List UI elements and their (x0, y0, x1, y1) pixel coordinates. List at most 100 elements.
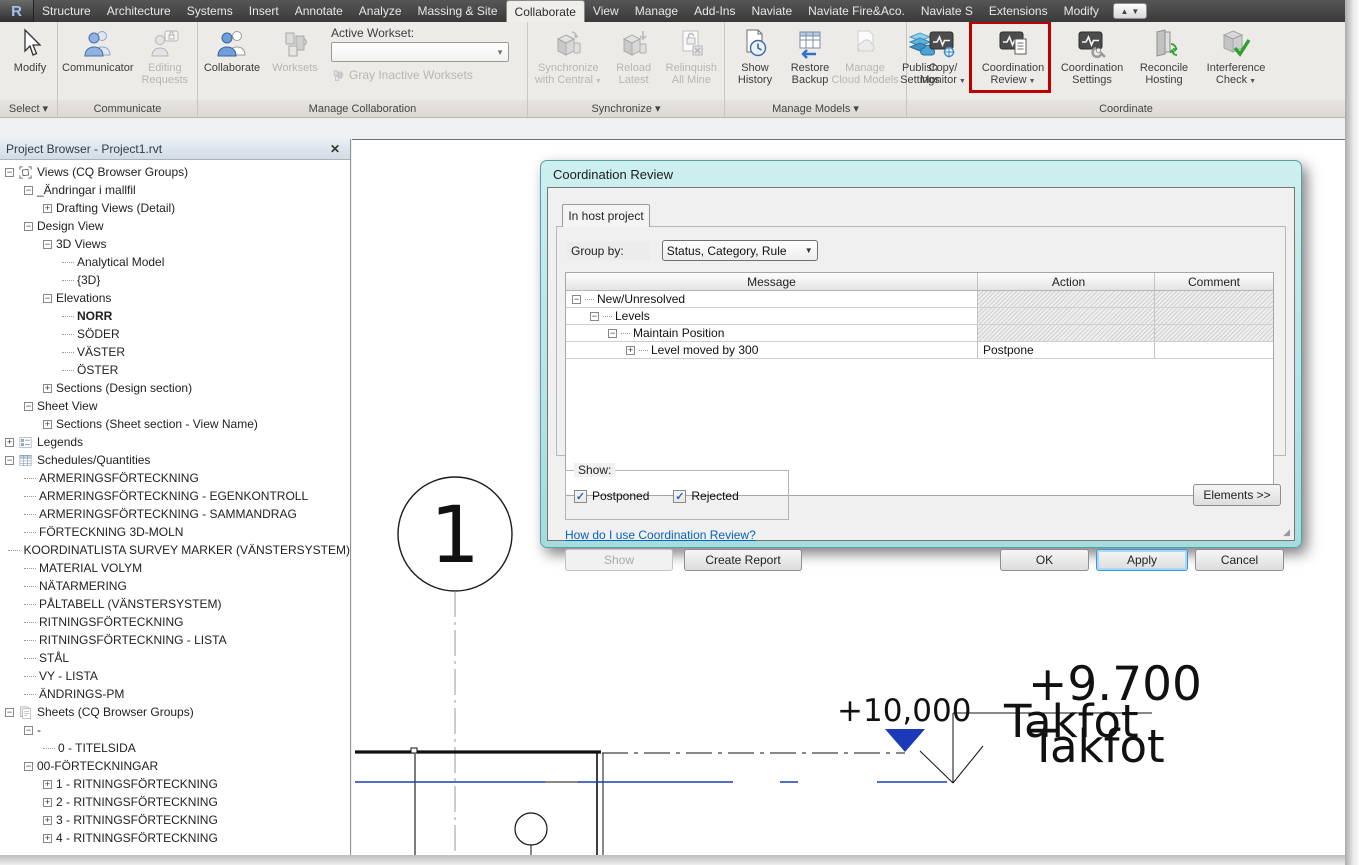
menu-tab-architecture[interactable]: Architecture (99, 0, 179, 22)
tree-item-armeringsf-rteckning-egenkontroll[interactable]: ARMERINGSFÖRTECKNING - EGENKONTROLL (0, 487, 350, 505)
manage-cloud-models-button[interactable]: ManageCloud Models (838, 24, 892, 98)
tree-item-p-ltabell-v-nstersystem[interactable]: PÅLTABELL (VÄNSTERSYSTEM) (0, 595, 350, 613)
menu-tab-collaborate[interactable]: Collaborate (506, 0, 585, 22)
expand-box-icon[interactable]: + (626, 346, 635, 355)
tree-item-drafting-views-detail[interactable]: +Drafting Views (Detail) (0, 199, 350, 217)
collapse-box-icon[interactable]: − (24, 222, 33, 231)
group-by-dropdown[interactable]: Status, Category, Rule ▼ (662, 240, 818, 261)
tree-item-sheets-cq-browser-groups[interactable]: −Sheets (CQ Browser Groups) (0, 703, 350, 721)
tree-item-armeringsf-rteckning-sammandrag[interactable]: ARMERINGSFÖRTECKNING - SAMMANDRAG (0, 505, 350, 523)
review-row-maintain-position[interactable]: −Maintain Position (566, 325, 1273, 342)
menu-tab-modify[interactable]: Modify (1056, 0, 1107, 22)
modify-button[interactable]: Modify (3, 24, 57, 98)
communicator-button[interactable]: Communicator (61, 24, 135, 98)
review-row-new-unresolved[interactable]: −New/Unresolved (566, 291, 1273, 308)
create-report-button[interactable]: Create Report (684, 549, 802, 571)
detail-circle[interactable] (515, 813, 547, 845)
menu-tab-analyze[interactable]: Analyze (351, 0, 410, 22)
tree-item-3d-views[interactable]: −3D Views (0, 235, 350, 253)
tree-item-00-f-rteckningar[interactable]: −00-FÖRTECKNINGAR (0, 757, 350, 775)
tree-item-sheet-view[interactable]: −Sheet View (0, 397, 350, 415)
tree-item-koordinatlista-survey-marker-v-nstersystem[interactable]: KOORDINATLISTA SURVEY MARKER (VÄNSTERSYS… (0, 541, 350, 559)
collapse-box-icon[interactable]: − (5, 456, 14, 465)
tree-item-v-ster[interactable]: VÄSTER (0, 343, 350, 361)
tree-item-elevations[interactable]: −Elevations (0, 289, 350, 307)
editing-requests-button[interactable]: EditingRequests (136, 24, 194, 98)
tree-item-design-view[interactable]: −Design View (0, 217, 350, 235)
review-row-level-moved-by-300[interactable]: +Level moved by 300Postpone (566, 342, 1273, 359)
menu-tab-massing-site[interactable]: Massing & Site (410, 0, 506, 22)
menu-tab-structure[interactable]: Structure (34, 0, 99, 22)
menu-tab-naviate-fire-aco[interactable]: Naviate Fire&Aco. (800, 0, 913, 22)
level-triangle-marker[interactable] (885, 729, 925, 752)
collapse-box-icon[interactable]: − (5, 708, 14, 717)
tree-item-item[interactable]: −- (0, 721, 350, 739)
collapse-box-icon[interactable]: − (5, 168, 14, 177)
expand-box-icon[interactable]: + (43, 204, 52, 213)
expand-box-icon[interactable]: + (43, 384, 52, 393)
tree-item-armeringsf-rteckning[interactable]: ARMERINGSFÖRTECKNING (0, 469, 350, 487)
review-row-levels[interactable]: −Levels (566, 308, 1273, 325)
relinquish-all-mine-button[interactable]: RelinquishAll Mine (662, 24, 721, 98)
expand-box-icon[interactable]: + (5, 438, 14, 447)
application-menu-button[interactable]: R (0, 0, 34, 22)
menu-tab-view[interactable]: View (585, 0, 627, 22)
gray-inactive-worksets-button[interactable]: Gray Inactive Worksets (331, 68, 509, 82)
collapse-box-icon[interactable]: − (43, 240, 52, 249)
collapse-box-icon[interactable]: − (24, 726, 33, 735)
menu-tab-insert[interactable]: Insert (241, 0, 287, 22)
level-value-10000[interactable]: +10,000 (837, 693, 971, 729)
expand-box-icon[interactable]: + (43, 798, 52, 807)
tab-in-host-project[interactable]: In host project (562, 204, 650, 227)
tree-item-3-ritningsf-rteckning[interactable]: +3 - RITNINGSFÖRTECKNING (0, 811, 350, 829)
ribbon-display-toggle[interactable]: ▲▼ (1113, 3, 1147, 19)
panel-caption-manage-collaboration[interactable]: Manage Collaboration (198, 100, 527, 117)
apply-button[interactable]: Apply (1096, 549, 1188, 571)
collapse-box-icon[interactable]: − (590, 312, 599, 321)
action-dropdown-cell[interactable]: Postpone (978, 342, 1155, 358)
tree-item-norr[interactable]: NORR (0, 307, 350, 325)
tree-item-ndringar-i-mallfil[interactable]: −_Ändringar i mallfil (0, 181, 350, 199)
level-name-takfot-2[interactable]: Takfot (1029, 720, 1165, 773)
show-button[interactable]: Show (565, 549, 673, 571)
synchronize-with-central-button[interactable]: Synchronizewith Central▼ (531, 24, 606, 98)
menu-tab-add-ins[interactable]: Add-Ins (686, 0, 743, 22)
tree-item-views-cq-browser-groups[interactable]: −Views (CQ Browser Groups) (0, 163, 350, 181)
reload-latest-button[interactable]: ReloadLatest (607, 24, 661, 98)
tree-item-legends[interactable]: +Legends (0, 433, 350, 451)
collapse-box-icon[interactable]: − (43, 294, 52, 303)
expand-box-icon[interactable]: + (43, 816, 52, 825)
ok-button[interactable]: OK (1000, 549, 1089, 571)
menu-tab-systems[interactable]: Systems (179, 0, 241, 22)
dialog-titlebar[interactable]: Coordination Review (541, 161, 1301, 187)
tree-item-s-der[interactable]: SÖDER (0, 325, 350, 343)
active-workset-combo[interactable]: ▼ (331, 42, 509, 62)
collapse-box-icon[interactable]: − (24, 186, 33, 195)
elements-button[interactable]: Elements >> (1193, 484, 1281, 506)
restore-backup-button[interactable]: RestoreBackup (783, 24, 837, 98)
collapse-box-icon[interactable]: − (24, 762, 33, 771)
tree-item-sections-design-section[interactable]: +Sections (Design section) (0, 379, 350, 397)
tree-item-schedules-quantities[interactable]: −Schedules/Quantities (0, 451, 350, 469)
panel-caption-select[interactable]: Select ▾ (0, 100, 57, 117)
column-header-action[interactable]: Action (978, 273, 1155, 290)
cancel-button[interactable]: Cancel (1195, 549, 1284, 571)
tree-item-ritningsf-rteckning[interactable]: RITNINGSFÖRTECKNING (0, 613, 350, 631)
tree-item-material-volym[interactable]: MATERIAL VOLYM (0, 559, 350, 577)
collapse-box-icon[interactable]: − (572, 295, 581, 304)
comment-cell[interactable] (1155, 342, 1273, 358)
panel-caption-coordinate[interactable]: Coordinate (907, 100, 1345, 117)
coordination-settings-button[interactable]: CoordinationSettings (1055, 24, 1129, 98)
close-icon[interactable]: ✕ (326, 142, 344, 156)
menu-tab-annotate[interactable]: Annotate (287, 0, 351, 22)
rejected-checkbox[interactable]: ✓ Rejected (673, 489, 738, 503)
tree-item-ster[interactable]: ÖSTER (0, 361, 350, 379)
menu-tab-manage[interactable]: Manage (627, 0, 686, 22)
panel-caption-synchronize[interactable]: Synchronize ▾ (528, 100, 724, 117)
tree-item-ndrings-pm[interactable]: ÄNDRINGS-PM (0, 685, 350, 703)
menu-tab-extensions[interactable]: Extensions (981, 0, 1056, 22)
menu-tab-naviate[interactable]: Naviate (743, 0, 800, 22)
menu-tab-naviate-s[interactable]: Naviate S (913, 0, 981, 22)
tree-item-2-ritningsf-rteckning[interactable]: +2 - RITNINGSFÖRTECKNING (0, 793, 350, 811)
tree-item-analytical-model[interactable]: Analytical Model (0, 253, 350, 271)
